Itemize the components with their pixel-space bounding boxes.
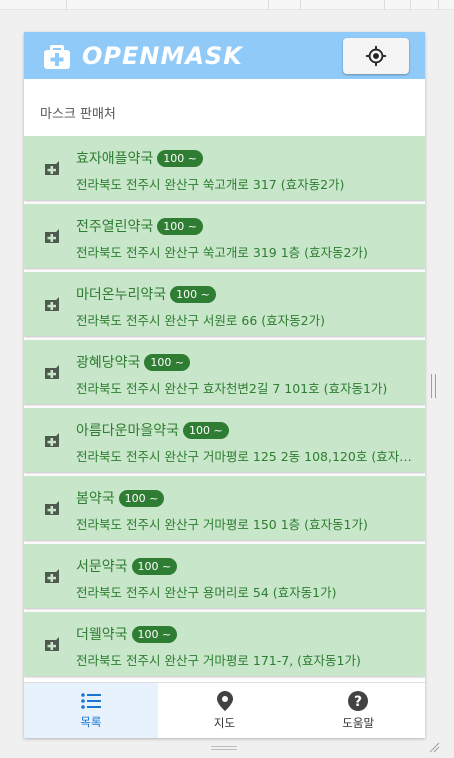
- app-header: OPENMASK: [24, 32, 425, 79]
- store-name: 광혜당약국: [76, 355, 141, 371]
- medical-bag-icon: [44, 45, 70, 69]
- store-name: 서문약국: [76, 559, 128, 575]
- nav-help-tab[interactable]: ? 도움말: [291, 683, 425, 738]
- store-address: 전라북도 전주시 완산구 용머리로 54 (효자동1가): [76, 585, 337, 600]
- stock-badge: 100 ~: [170, 285, 216, 303]
- pharmacy-icon: [42, 430, 62, 450]
- store-name: 효자애플약국: [76, 151, 154, 167]
- store-name-row: 서문약국 100 ~: [76, 556, 178, 576]
- store-address: 전라북도 전주시 완산구 효자천변2길 7 101호 (효자동1가): [76, 381, 388, 396]
- store-name: 마더온누리약국: [76, 287, 167, 303]
- store-name: 봄약국: [76, 491, 115, 507]
- app-title: OPENMASK: [82, 42, 243, 70]
- store-address: 전라북도 전주시 완산구 거마평로 171-7, (효자동1가): [76, 653, 361, 668]
- pharmacy-icon: [42, 294, 62, 314]
- list-subheader: 마스크 판매처: [40, 106, 116, 122]
- store-name: 전주열린약국: [76, 219, 154, 235]
- store-name-row: 광혜당약국 100 ~: [76, 352, 191, 372]
- strip-divider: [438, 0, 439, 10]
- pharmacy-icon: [42, 226, 62, 246]
- my-location-icon: [365, 45, 387, 67]
- stock-badge: 100 ~: [131, 557, 178, 575]
- pharmacy-icon: [42, 362, 62, 382]
- pharmacy-icon: [42, 498, 62, 518]
- app-window: OPENMASK 마스크 판매처 효자애플약국 100 ~ 전라북도 전주시 완산구…: [24, 32, 425, 738]
- store-address: 전라북도 전주시 완산구 거마평로 125 2동 108,120호 (효자동1가…: [76, 449, 416, 464]
- pharmacy-icon: [42, 566, 62, 586]
- stock-badge: 100 ~: [157, 217, 203, 235]
- bottom-resize-handle[interactable]: [211, 746, 237, 750]
- nav-map-tab[interactable]: 지도: [158, 683, 292, 738]
- store-name-row: 아름다운마을약국 100 ~: [76, 420, 229, 440]
- store-card[interactable]: 아름다운마을약국 100 ~ 전라북도 전주시 완산구 거마평로 125 2동 10…: [24, 408, 425, 472]
- map-pin-icon: [216, 690, 233, 711]
- store-name-row: 봄약국 100 ~: [76, 488, 165, 508]
- store-card[interactable]: 효자애플약국 100 ~ 전라북도 전주시 완산구 쑥고개로 317 (효자동2가): [24, 136, 425, 200]
- pharmacy-icon: [42, 158, 62, 178]
- store-name-row: 더웰약국 100 ~: [76, 624, 178, 644]
- store-card[interactable]: 봄약국 100 ~ 전라북도 전주시 완산구 거마평로 150 1층 (효자동1가): [24, 476, 425, 540]
- store-address: 전라북도 전주시 완산구 쑥고개로 319 1층 (효자동2가): [76, 245, 368, 260]
- strip-divider: [410, 0, 411, 10]
- nav-label: 지도: [213, 715, 236, 730]
- stock-badge: 100 ~: [183, 421, 229, 439]
- nav-label: 도움말: [342, 715, 375, 730]
- help-icon: ?: [348, 690, 369, 711]
- store-name: 더웰약국: [76, 627, 128, 643]
- store-name-row: 효자애플약국 100 ~: [76, 148, 203, 168]
- list-icon: [81, 692, 101, 709]
- store-card[interactable]: 더웰약국 100 ~ 전라북도 전주시 완산구 거마평로 171-7, (효자동1가…: [24, 612, 425, 676]
- store-card[interactable]: 마더온누리약국 100 ~ 전라북도 전주시 완산구 서원로 66 (효자동2가): [24, 272, 425, 336]
- stock-badge: 100 ~: [118, 489, 165, 507]
- stock-badge: 100 ~: [131, 625, 178, 643]
- browser-top-strip: [0, 0, 454, 10]
- store-name: 아름다운마을약국: [76, 423, 180, 439]
- strip-divider: [268, 0, 269, 10]
- store-card[interactable]: 서문약국 100 ~ 전라북도 전주시 완산구 용머리로 54 (효자동1가): [24, 544, 425, 608]
- strip-divider: [384, 0, 385, 10]
- store-name-row: 전주열린약국 100 ~: [76, 216, 203, 236]
- corner-resize-icon[interactable]: [428, 741, 440, 753]
- store-address: 전라북도 전주시 완산구 거마평로 150 1층 (효자동1가): [76, 517, 368, 532]
- stock-badge: 100 ~: [157, 149, 203, 167]
- locate-button[interactable]: [343, 38, 409, 74]
- nav-list-tab[interactable]: 목록: [24, 683, 158, 738]
- store-card[interactable]: 전주열린약국 100 ~ 전라북도 전주시 완산구 쑥고개로 319 1층 (효자동…: [24, 204, 425, 268]
- store-card[interactable]: 광혜당약국 100 ~ 전라북도 전주시 완산구 효자천변2길 7 101호 (효자…: [24, 340, 425, 404]
- svg-text:?: ?: [354, 694, 362, 710]
- nav-label: 목록: [80, 714, 102, 729]
- bottom-navigation: 목록 지도 ? 도움말: [24, 682, 425, 738]
- store-list: 효자애플약국 100 ~ 전라북도 전주시 완산구 쑥고개로 317 (효자동2가)…: [24, 136, 425, 680]
- pharmacy-icon: [42, 634, 62, 654]
- stock-badge: 100 ~: [144, 353, 191, 371]
- strip-divider: [66, 0, 67, 10]
- strip-divider: [300, 0, 301, 10]
- store-address: 전라북도 전주시 완산구 서원로 66 (효자동2가): [76, 313, 325, 328]
- store-name-row: 마더온누리약국 100 ~: [76, 284, 216, 304]
- split-resize-handle[interactable]: [431, 374, 436, 398]
- store-address: 전라북도 전주시 완산구 쑥고개로 317 (효자동2가): [76, 177, 345, 192]
